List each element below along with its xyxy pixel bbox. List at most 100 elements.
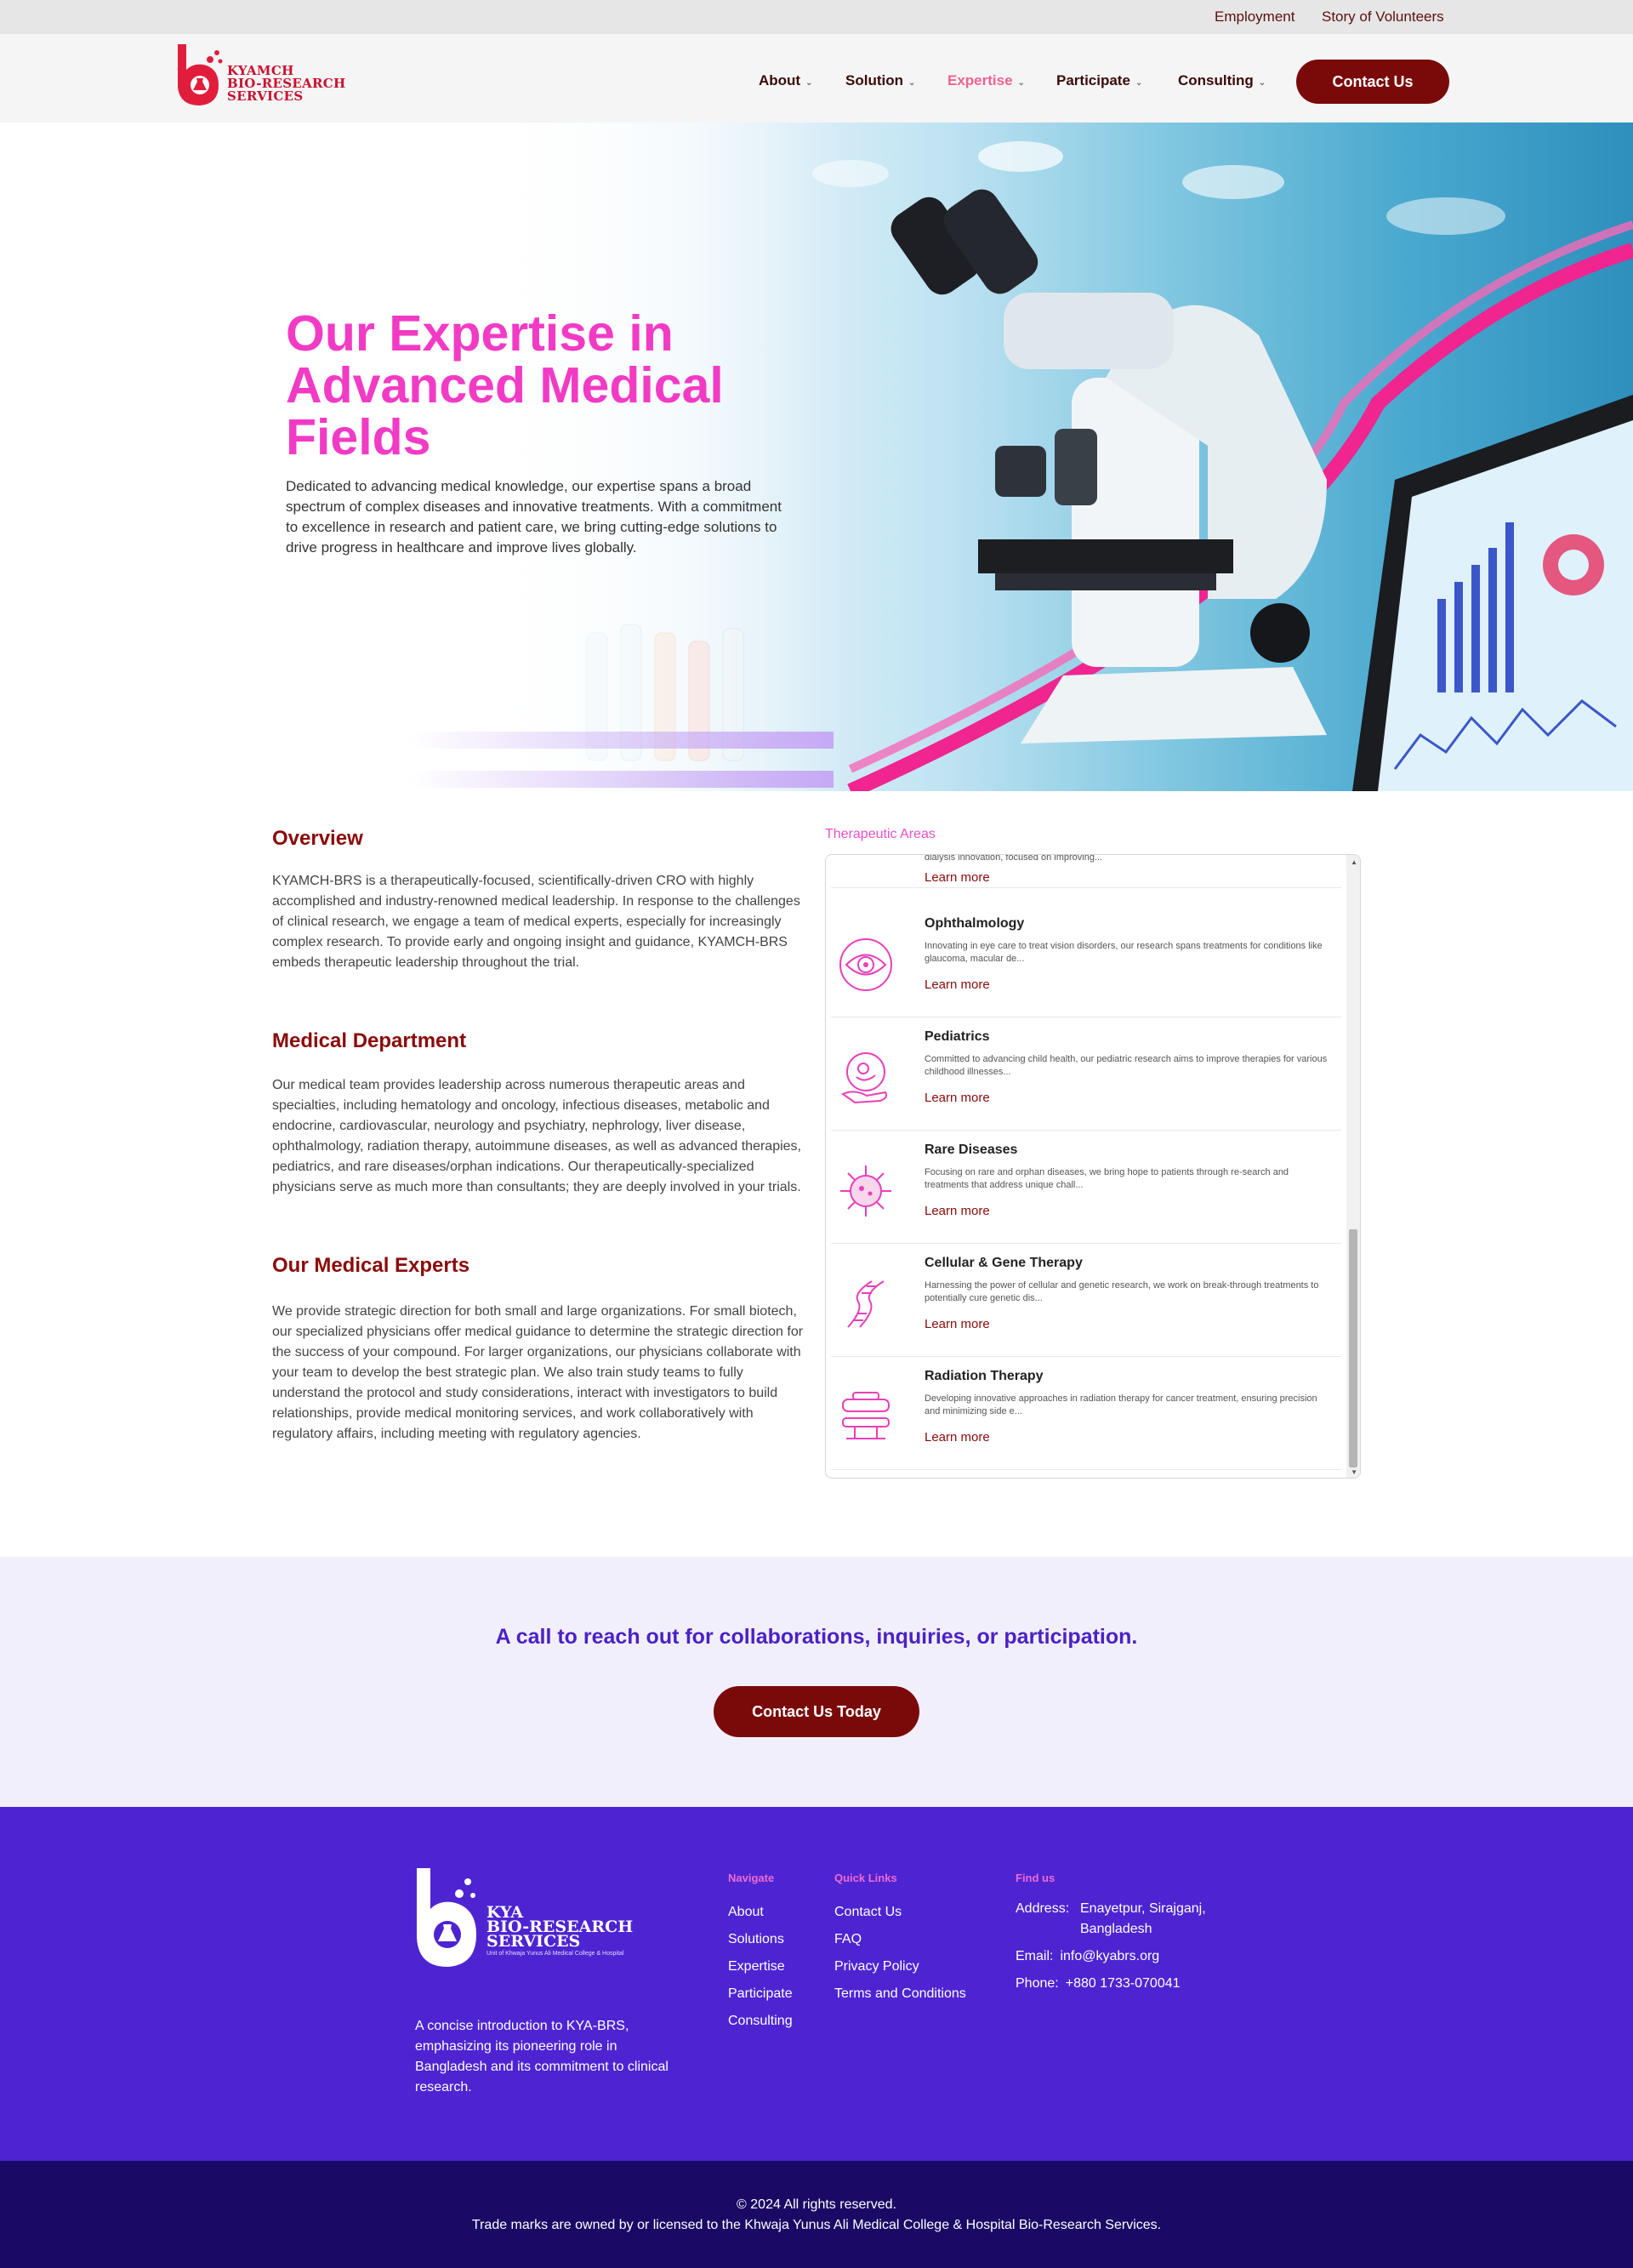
brand-logo[interactable]: KYAMCH BIO-RESEARCH SERVICES: [174, 41, 353, 109]
item-title: Radiation Therapy: [925, 1369, 1044, 1383]
chevron-down-icon: ⌄: [805, 78, 813, 88]
radiation-machine-icon: [842, 1392, 890, 1439]
nav-about-label: About: [759, 72, 801, 88]
kidney-icon: [838, 854, 894, 877]
copyright-bar: © 2024 All rights reserved. Trade marks …: [0, 2161, 1633, 2268]
nav-expertise-label: Expertise: [947, 72, 1013, 88]
nav-consulting[interactable]: Consulting ⌄: [1178, 72, 1266, 89]
overview-heading: Overview: [272, 827, 363, 850]
overview-text: KYAMCH-BRS is a therapeutically-focused,…: [272, 874, 800, 970]
decorative-stripe: [408, 771, 834, 788]
footer-logo-line-3: SERVICES: [486, 1932, 581, 1951]
chevron-down-icon: ⌄: [1135, 78, 1143, 88]
virus-icon: [840, 1165, 891, 1217]
phone-row: Phone: +880 1733-070041: [1016, 1974, 1254, 1994]
address-value: Enayetpur, Sirajganj, Bangladesh: [1080, 1901, 1206, 1936]
list-item-rare-diseases[interactable]: Rare Diseases Focusing on rare and orpha…: [831, 1131, 1341, 1244]
find-us-heading: Find us: [1016, 1872, 1055, 1884]
phone-value[interactable]: +880 1733-070041: [1066, 1976, 1181, 1991]
list-item-cellular-gene-therapy[interactable]: Cellular & Gene Therapy Harnessing the p…: [831, 1244, 1341, 1357]
nav-consulting-label: Consulting: [1178, 72, 1254, 88]
eye-icon: [839, 938, 892, 991]
logo-wordmark: KYAMCH BIO-RESEARCH SERVICES: [227, 65, 346, 103]
navigate-links: About Solutions Expertise Participate Co…: [728, 1899, 793, 2035]
list-item[interactable]: dialysis innovation, focused on improvin…: [831, 854, 1341, 888]
footer-link-expertise[interactable]: Expertise: [728, 1953, 793, 1980]
list-scrollbar[interactable]: ▲ ▼: [1346, 855, 1360, 1478]
scroll-up-icon[interactable]: ▲: [1351, 858, 1357, 866]
list-item-radiation-therapy[interactable]: Radiation Therapy Developing innovative …: [831, 1357, 1341, 1470]
footer-logo-subtitle: Unit of Khwaja Yunus Ali Medical College…: [486, 1951, 624, 1957]
contact-us-today-button[interactable]: Contact Us Today: [714, 1686, 919, 1737]
site-header: KYAMCH BIO-RESEARCH SERVICES About ⌄ Solu…: [0, 34, 1633, 123]
flask-logo-icon: [417, 1868, 476, 1967]
footer-link-about[interactable]: About: [728, 1899, 793, 1926]
site-footer: KYA BIO-RESEARCH SERVICES Unit of Khwaja…: [0, 1807, 1633, 2161]
item-title: Pediatrics: [925, 1029, 990, 1044]
learn-more-link[interactable]: Learn more: [925, 1430, 990, 1445]
item-description: Innovating in eye care to treat vision d…: [925, 941, 1323, 964]
list-item-pediatrics[interactable]: Pediatrics Committed to advancing child …: [831, 1017, 1341, 1131]
scroll-down-icon[interactable]: ▼: [1351, 1468, 1357, 1476]
email-value[interactable]: info@kyabrs.org: [1060, 1949, 1159, 1963]
nav-solution-label: Solution: [845, 72, 903, 88]
item-title: Ophthalmology: [925, 916, 1025, 931]
address-label: Address:: [1016, 1901, 1070, 1916]
learn-more-link[interactable]: Learn more: [925, 977, 990, 992]
item-description: dialysis innovation, focused on improvin…: [925, 854, 1103, 863]
item-description: Committed to advancing child health, our…: [925, 1054, 1328, 1077]
learn-more-link[interactable]: Learn more: [925, 1317, 990, 1331]
footer-link-privacy-policy[interactable]: Privacy Policy: [834, 1953, 966, 1980]
medical-experts-text: We provide strategic direction for both …: [272, 1304, 804, 1441]
trademark-text: Trade marks are owned by or licensed to …: [471, 2218, 1162, 2232]
navigate-heading: Navigate: [728, 1872, 775, 1884]
item-title: Rare Diseases: [925, 1143, 1018, 1157]
nav-solution[interactable]: Solution ⌄: [845, 72, 915, 89]
footer-link-solutions[interactable]: Solutions: [728, 1926, 793, 1953]
footer-logo-wordmark: KYA BIO-RESEARCH SERVICES: [486, 1905, 633, 1951]
footer-link-participate[interactable]: Participate: [728, 1980, 793, 2008]
chevron-down-icon: ⌄: [908, 78, 916, 88]
nav-expertise[interactable]: Expertise ⌄: [947, 72, 1025, 89]
decorative-stripe: [408, 732, 834, 749]
item-description: Focusing on rare and orphan diseases, we…: [925, 1167, 1289, 1190]
medical-department-heading: Medical Department: [272, 1029, 467, 1052]
cta-section: A call to reach out for collaborations, …: [0, 1557, 1633, 1807]
phone-label: Phone:: [1016, 1976, 1059, 1991]
scroll-thumb[interactable]: [1349, 1229, 1357, 1467]
footer-link-contact-us[interactable]: Contact Us: [834, 1899, 966, 1926]
item-description: Developing innovative approaches in radi…: [925, 1393, 1317, 1416]
nav-participate[interactable]: Participate ⌄: [1056, 72, 1142, 89]
copyright-text: © 2024 All rights reserved.: [737, 2197, 896, 2212]
chevron-down-icon: ⌄: [1258, 78, 1266, 88]
footer-logo[interactable]: KYA BIO-RESEARCH SERVICES Unit of Khwaja…: [415, 1866, 670, 1974]
chevron-down-icon: ⌄: [1017, 78, 1025, 88]
email-label: Email:: [1016, 1949, 1054, 1963]
baby-hand-icon: [840, 1052, 888, 1104]
therapeutic-areas-list[interactable]: dialysis innovation, focused on improvin…: [825, 854, 1361, 1479]
hero-title: Our Expertise in Advanced Medical Fields: [286, 305, 724, 465]
logo-line-3: SERVICES: [227, 88, 304, 104]
employment-link[interactable]: Employment: [1215, 9, 1294, 26]
learn-more-link[interactable]: Learn more: [925, 1091, 990, 1105]
list-item-ophthalmology[interactable]: Ophthalmology Innovating in eye care to …: [831, 904, 1341, 1017]
cta-text: A call to reach out for collaborations, …: [495, 1625, 1138, 1649]
address-row: Address: Enayetpur, Sirajganj, Bangladesh: [1016, 1899, 1254, 1940]
nav-participate-label: Participate: [1056, 72, 1130, 88]
find-us-details: Address: Enayetpur, Sirajganj, Bangladesh…: [1016, 1899, 1254, 2001]
footer-link-terms[interactable]: Terms and Conditions: [834, 1980, 966, 2008]
flask-logo-icon: [178, 44, 223, 105]
item-title: Cellular & Gene Therapy: [925, 1256, 1083, 1270]
dna-icon: [847, 1280, 885, 1328]
footer-link-consulting[interactable]: Consulting: [728, 2008, 793, 2035]
medical-experts-heading: Our Medical Experts: [272, 1254, 470, 1277]
therapeutic-areas-label: Therapeutic Areas: [825, 827, 936, 841]
medical-department-text: Our medical team provides leadership acr…: [272, 1078, 801, 1194]
learn-more-link[interactable]: Learn more: [925, 1204, 990, 1218]
utility-bar: Employment Story of Volunteers: [0, 0, 1633, 34]
contact-us-button[interactable]: Contact Us: [1296, 60, 1449, 104]
learn-more-link[interactable]: Learn more: [925, 870, 990, 885]
footer-link-faq[interactable]: FAQ: [834, 1926, 966, 1953]
volunteers-link[interactable]: Story of Volunteers: [1322, 9, 1444, 26]
nav-about[interactable]: About ⌄: [759, 72, 812, 89]
